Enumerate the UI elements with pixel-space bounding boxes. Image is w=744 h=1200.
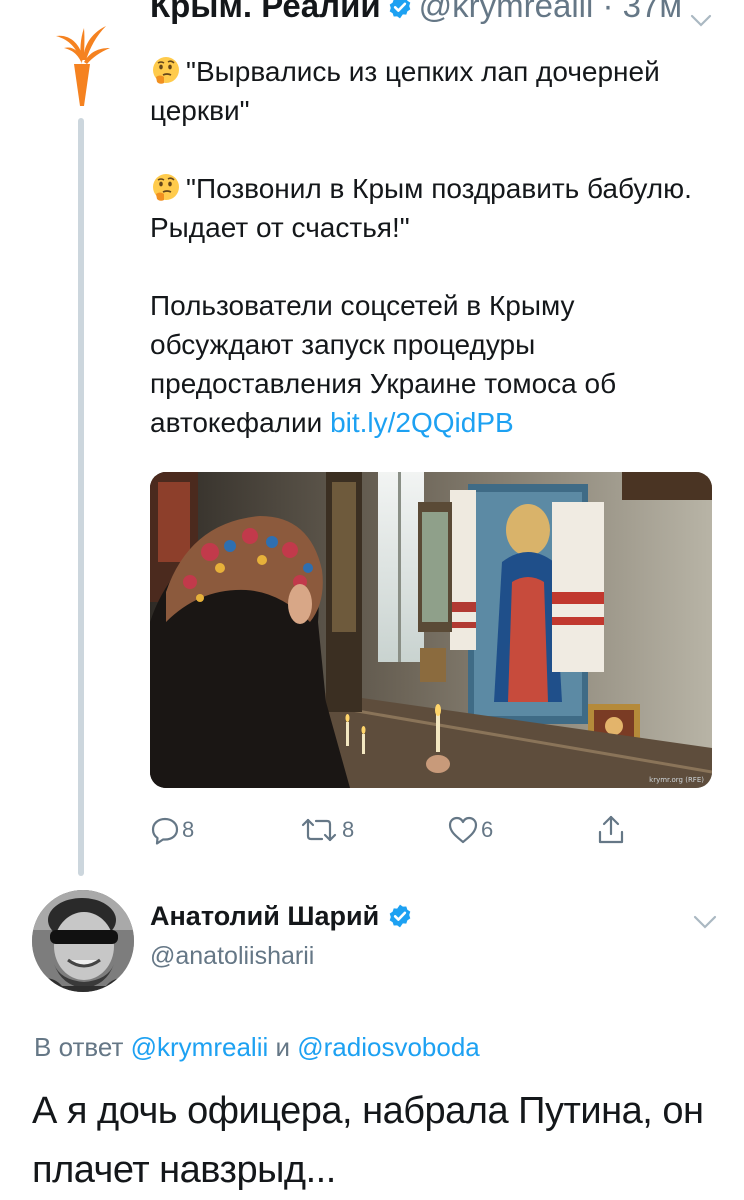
like-button[interactable]: 6: [447, 810, 493, 850]
reply-author-handle[interactable]: @anatoliisharii: [150, 938, 314, 974]
avatar[interactable]: [32, 890, 134, 992]
tweet-quote-2: "Позвонил в Крым поздравить бабулю. Рыда…: [150, 169, 720, 247]
reply-context: В ответ @krymrealii и @radiosvoboda: [34, 1028, 480, 1066]
tweet-quote-1-text: "Вырвались из цепких лап дочерней церкви…: [150, 56, 660, 126]
reply-icon: [151, 817, 179, 845]
parent-tweet-time: 37м: [622, 0, 683, 24]
image-credit: krymr.org (RFE): [649, 776, 704, 784]
share-icon: [598, 815, 624, 844]
reply-prefix: В ответ: [34, 1032, 124, 1062]
reply-author-name[interactable]: Анатолий Шарий: [150, 896, 419, 936]
thinking-face-emoji-icon: [153, 174, 179, 201]
retweet-count: 8: [342, 817, 355, 842]
parent-author-handle[interactable]: @krymrealii: [419, 0, 594, 24]
tweet-quote-1: "Вырвались из цепких лап дочерней церкви…: [150, 52, 720, 130]
tweet-body: Пользователи соцсетей в Крыму обсуждают …: [150, 286, 720, 442]
reply-button[interactable]: 8: [150, 810, 194, 850]
tweet-actions: 8 8 6: [150, 810, 650, 850]
retweet-icon: [301, 818, 337, 842]
tweet-image[interactable]: krymr.org (RFE): [150, 472, 712, 788]
share-button[interactable]: [596, 810, 626, 850]
reply-mention-1[interactable]: @krymrealii: [131, 1032, 269, 1062]
parent-tweet-header: Крым. Реалии @krymrealii · 37м: [150, 0, 710, 28]
torch-logo-icon[interactable]: [50, 20, 114, 106]
verified-badge-icon: [389, 0, 410, 19]
reply-author-name-text: Анатолий Шарий: [150, 901, 380, 931]
thinking-face-emoji-icon: [153, 57, 179, 84]
like-icon: [448, 816, 478, 844]
reply-tweet-text: А я дочь офицера, набрала Путина, он пла…: [32, 1090, 704, 1191]
chevron-down-icon[interactable]: [690, 14, 712, 28]
tweet-quote-2-text: "Позвонил в Крым поздравить бабулю. Рыда…: [150, 173, 692, 243]
tweet-link[interactable]: bit.ly/2QQidPB: [330, 407, 514, 438]
like-count: 6: [481, 817, 494, 842]
reply-conjunction: и: [275, 1032, 291, 1062]
thread-line: [78, 118, 84, 876]
retweet-button[interactable]: 8: [298, 810, 354, 850]
parent-author-name[interactable]: Крым. Реалии: [150, 0, 381, 24]
church-photo: [150, 472, 712, 788]
verified-badge-icon: [389, 904, 411, 928]
chevron-down-icon[interactable]: [693, 915, 717, 929]
header-separator: ·: [593, 0, 623, 24]
reply-mention-2[interactable]: @radiosvoboda: [297, 1032, 480, 1062]
parent-tweet-text: "Вырвались из цепких лап дочерней церкви…: [150, 52, 720, 442]
avatar-photo: [32, 890, 134, 992]
reply-count: 8: [182, 817, 195, 842]
